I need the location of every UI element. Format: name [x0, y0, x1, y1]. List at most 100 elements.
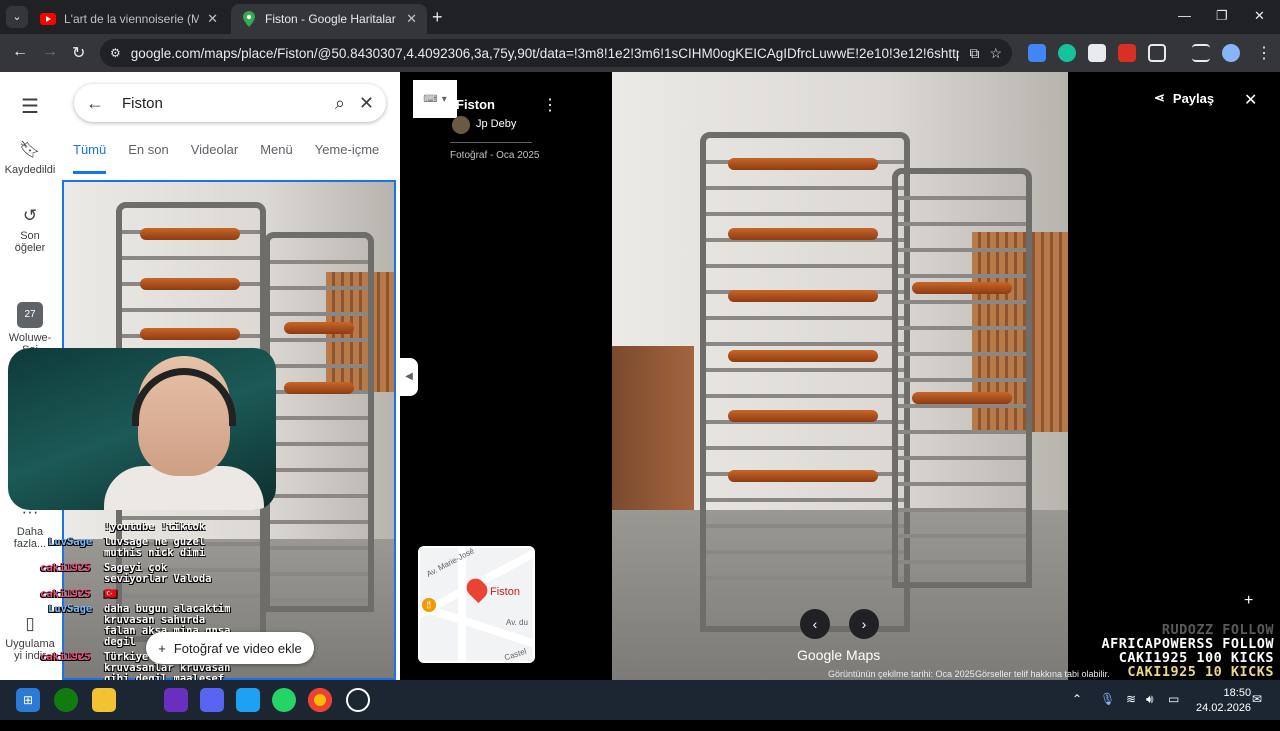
- tab-all[interactable]: Tümü: [73, 142, 107, 174]
- tab-google-maps[interactable]: Fiston - Google Haritalar ✕: [231, 4, 427, 34]
- pastry-row: [912, 392, 1012, 404]
- street-label: Castel: [503, 646, 528, 663]
- photo-author[interactable]: Jp Deby: [476, 118, 516, 130]
- site-info-icon[interactable]: ⚙: [110, 46, 121, 60]
- bookmark-star-icon[interactable]: ☆: [989, 45, 1002, 62]
- microphone-icon[interactable]: 🎙︎: [1100, 692, 1115, 706]
- photo-category-tabs: Tümü En son Videolar Menü Yeme-içme: [60, 142, 400, 176]
- battery-icon[interactable]: ▭: [1168, 692, 1179, 706]
- obs-icon[interactable]: [346, 688, 370, 712]
- dropdown-arrow-icon: ▾: [441, 93, 447, 105]
- minimize-icon[interactable]: —: [1178, 8, 1191, 23]
- more-options-icon[interactable]: ⋮: [542, 95, 558, 115]
- tab-menu[interactable]: Menü: [260, 142, 293, 176]
- hamburger-menu-icon[interactable]: ☰: [0, 94, 60, 119]
- copyright-notice[interactable]: Görseller telif hakkına tabi olabilir.: [975, 669, 1110, 679]
- keyboard-shortcuts-button[interactable]: ⌨ ▾: [413, 80, 457, 118]
- photo-date: Fotoğraf - Oca 2025: [450, 150, 540, 161]
- clock-date: 24.02.2026: [1196, 702, 1252, 714]
- rail-recent-label-1: Son: [20, 230, 40, 242]
- xbox-icon[interactable]: [54, 688, 78, 712]
- show-hidden-icons-icon[interactable]: ⌃: [1072, 692, 1082, 706]
- extension-red-icon[interactable]: [1118, 44, 1136, 62]
- new-tab-icon[interactable]: +: [432, 7, 443, 28]
- rail-saved-label: Kaydedildi: [4, 164, 56, 176]
- tab-title: L'art de la viennoiserie (Mickaël: [64, 12, 200, 26]
- reading-list-icon[interactable]: [1192, 44, 1210, 62]
- add-photo-button[interactable]: + Fotoğraf ve video ekle: [146, 632, 314, 664]
- next-photo-icon[interactable]: ›: [849, 609, 879, 639]
- chat-user: caki1925: [40, 651, 91, 663]
- rail-saved[interactable]: 🔖︎ Kaydedildi: [0, 140, 60, 176]
- grammarly-icon[interactable]: [1058, 44, 1076, 62]
- share-button[interactable]: ⋖ Paylaş: [1154, 90, 1214, 106]
- back-arrow-icon[interactable]: ←: [86, 93, 104, 114]
- pastry-row: [728, 290, 878, 302]
- app-icon[interactable]: [164, 688, 188, 712]
- close-tab-icon[interactable]: ✕: [406, 11, 417, 27]
- tab-title: Fiston - Google Haritalar: [265, 12, 396, 26]
- stream-alert: CAKI1925 10 KICKS: [1127, 664, 1274, 680]
- close-window-icon[interactable]: ✕: [1254, 8, 1265, 24]
- bookmark-icon: 🔖︎: [19, 140, 41, 159]
- extensions-puzzle-icon[interactable]: [1148, 44, 1166, 62]
- menu-kebab-icon[interactable]: ⋮: [1256, 43, 1272, 63]
- pin-place-name: Fiston: [490, 586, 520, 598]
- viewer-place-name[interactable]: Fiston: [456, 97, 495, 112]
- mini-map[interactable]: Av. Marie-José Av. du Castel 🍴︎ Fiston: [418, 546, 535, 663]
- maps-pin-icon: [241, 11, 257, 27]
- author-avatar[interactable]: [452, 116, 470, 134]
- translate-icon[interactable]: [1028, 44, 1046, 62]
- discord-icon[interactable]: [200, 688, 224, 712]
- chat-user: LuvSage: [48, 603, 93, 615]
- tab-videos[interactable]: Videolar: [191, 142, 238, 176]
- windows-start-icon[interactable]: ⊞: [16, 688, 40, 712]
- share-label: Paylaş: [1172, 90, 1215, 106]
- forward-icon[interactable]: →: [42, 43, 58, 61]
- close-viewer-icon[interactable]: ✕: [1244, 90, 1257, 110]
- twitter-icon[interactable]: [236, 688, 260, 712]
- chat-line: degil: [104, 636, 136, 648]
- whatsapp-icon[interactable]: [272, 688, 296, 712]
- extension-icon[interactable]: [1088, 44, 1106, 62]
- clear-search-icon[interactable]: ✕: [359, 93, 374, 114]
- tab-search-icon[interactable]: ⌄: [6, 6, 28, 28]
- add-photo-label: Fotoğraf ve video ekle: [173, 640, 302, 656]
- system-clock[interactable]: 18:50 24.02.2026: [1196, 686, 1251, 716]
- back-icon[interactable]: ←: [12, 43, 28, 61]
- collapse-panel-icon[interactable]: ◀: [400, 358, 418, 396]
- youtube-icon: [40, 11, 56, 27]
- rack-front: [700, 132, 910, 632]
- previous-photo-icon[interactable]: ‹: [800, 609, 830, 639]
- maximize-icon[interactable]: ❐: [1216, 8, 1228, 24]
- search-box[interactable]: ← Fiston ⌕ ✕: [74, 84, 386, 122]
- pastry-row: [728, 410, 878, 422]
- install-app-icon[interactable]: ⧉: [969, 45, 979, 62]
- tab-food[interactable]: Yeme-içme: [315, 142, 380, 176]
- volume-icon[interactable]: 🔊︎: [1146, 692, 1154, 707]
- clock-time: 18:50: [1223, 687, 1252, 699]
- notifications-icon[interactable]: ✉: [1252, 692, 1262, 706]
- url-text[interactable]: google.com/maps/place/Fiston/@50.8430307…: [131, 46, 960, 61]
- file-explorer-icon[interactable]: [92, 688, 116, 712]
- wifi-icon[interactable]: ≋: [1126, 692, 1136, 706]
- chat-user: caki1925: [40, 588, 91, 600]
- pastry-row: [140, 328, 240, 340]
- address-bar[interactable]: ⚙ google.com/maps/place/Fiston/@50.84303…: [100, 39, 1012, 67]
- chat-line: seviyorlar Valoda: [104, 573, 212, 585]
- main-photo[interactable]: [612, 72, 1068, 680]
- search-input[interactable]: Fiston: [122, 95, 321, 112]
- pastry-row: [912, 282, 1012, 294]
- pastry-row: [284, 322, 354, 334]
- profile-avatar[interactable]: [1222, 44, 1240, 62]
- rail-recent[interactable]: ↺ Son öğeler: [0, 206, 60, 254]
- windows-taskbar: ⊞ ⌃ 🎙︎ ≋ 🔊︎ ▭ 18:50 24.02.2026 ✉: [0, 680, 1280, 720]
- chrome-icon[interactable]: [308, 688, 332, 712]
- zoom-in-icon[interactable]: +: [1244, 592, 1253, 610]
- tab-youtube[interactable]: L'art de la viennoiserie (Mickaël ✕: [30, 4, 228, 34]
- street-label: Av. Marie-José: [424, 546, 476, 579]
- tab-latest[interactable]: En son: [128, 142, 168, 176]
- search-icon[interactable]: ⌕: [335, 93, 345, 114]
- reload-icon[interactable]: ↻: [72, 43, 85, 63]
- close-tab-icon[interactable]: ✕: [207, 11, 218, 27]
